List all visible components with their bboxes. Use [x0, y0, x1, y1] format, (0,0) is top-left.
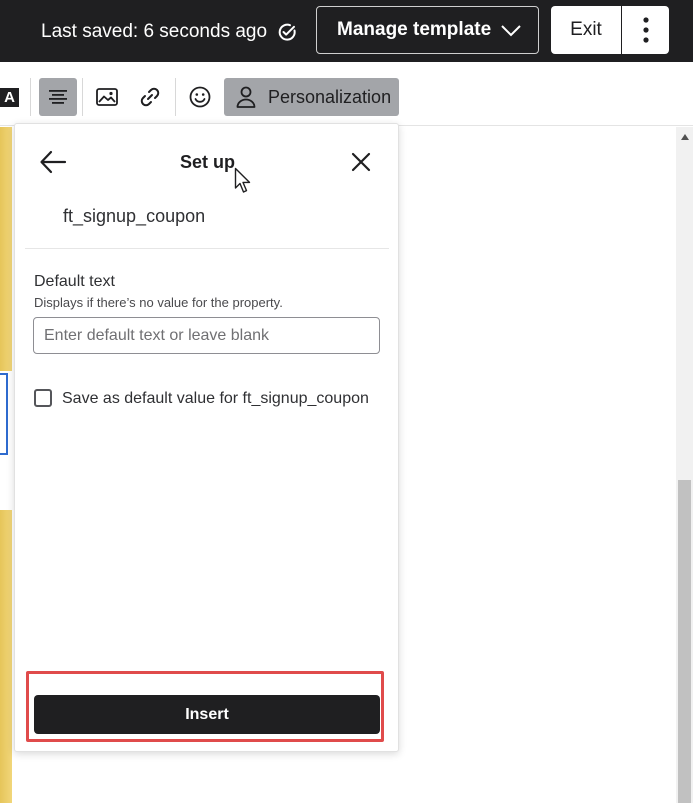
person-icon	[236, 86, 256, 108]
save-default-checkbox-label: Save as default value for ft_signup_coup…	[62, 390, 369, 407]
link-icon	[140, 87, 160, 107]
personalization-setup-panel: Set up ft_signup_coupon Default text Dis…	[14, 123, 399, 752]
panel-title: Set up	[179, 152, 235, 172]
default-text-input[interactable]	[33, 317, 380, 354]
top-bar: Last saved: 6 seconds ago Manage templat…	[0, 0, 693, 62]
mouse-cursor-icon	[234, 167, 251, 193]
scroll-up-arrow[interactable]	[681, 134, 689, 140]
personalization-button[interactable]: Personalization	[224, 78, 399, 116]
exit-button-group: Exit	[551, 6, 669, 54]
personalization-label: Personalization	[268, 86, 392, 107]
property-name: ft_signup_coupon	[63, 206, 206, 226]
close-icon[interactable]	[349, 150, 373, 174]
exit-label: Exit	[570, 19, 602, 40]
canvas-banner-edge	[0, 127, 12, 371]
canvas-banner-edge	[0, 510, 12, 803]
default-text-help: Displays if there’s no value for the pro…	[34, 295, 283, 310]
canvas-selected-block-edge[interactable]	[0, 373, 8, 455]
check-circle-icon	[278, 23, 296, 41]
insert-emoji-button[interactable]	[181, 78, 219, 116]
manage-template-label: Manage template	[337, 19, 492, 40]
chevron-down-icon	[501, 25, 521, 37]
toolbar-divider	[175, 78, 176, 116]
image-icon	[96, 88, 118, 106]
toolbar-divider	[82, 78, 83, 116]
default-text-label: Default text	[34, 273, 115, 290]
text-color-icon: A	[0, 87, 19, 107]
text-color-button[interactable]: A	[0, 78, 19, 116]
emoji-icon	[189, 86, 211, 108]
scrollbar-thumb[interactable]	[678, 480, 691, 803]
align-center-icon	[49, 90, 67, 104]
insert-button[interactable]: Insert	[34, 695, 380, 734]
save-status-text: Last saved: 6 seconds ago	[41, 21, 268, 42]
more-options-button[interactable]	[622, 6, 669, 54]
panel-divider	[25, 248, 389, 249]
exit-button[interactable]: Exit	[551, 6, 622, 54]
more-vertical-icon	[642, 17, 649, 43]
save-status: Last saved: 6 seconds ago	[41, 20, 297, 44]
insert-link-button[interactable]	[131, 78, 169, 116]
insert-image-button[interactable]	[88, 78, 126, 116]
toolbar-divider	[30, 78, 31, 116]
align-center-button[interactable]	[39, 78, 77, 116]
editor-toolbar: A Personalization	[0, 62, 693, 126]
manage-template-button[interactable]: Manage template	[316, 6, 539, 54]
save-default-checkbox[interactable]	[34, 389, 52, 407]
